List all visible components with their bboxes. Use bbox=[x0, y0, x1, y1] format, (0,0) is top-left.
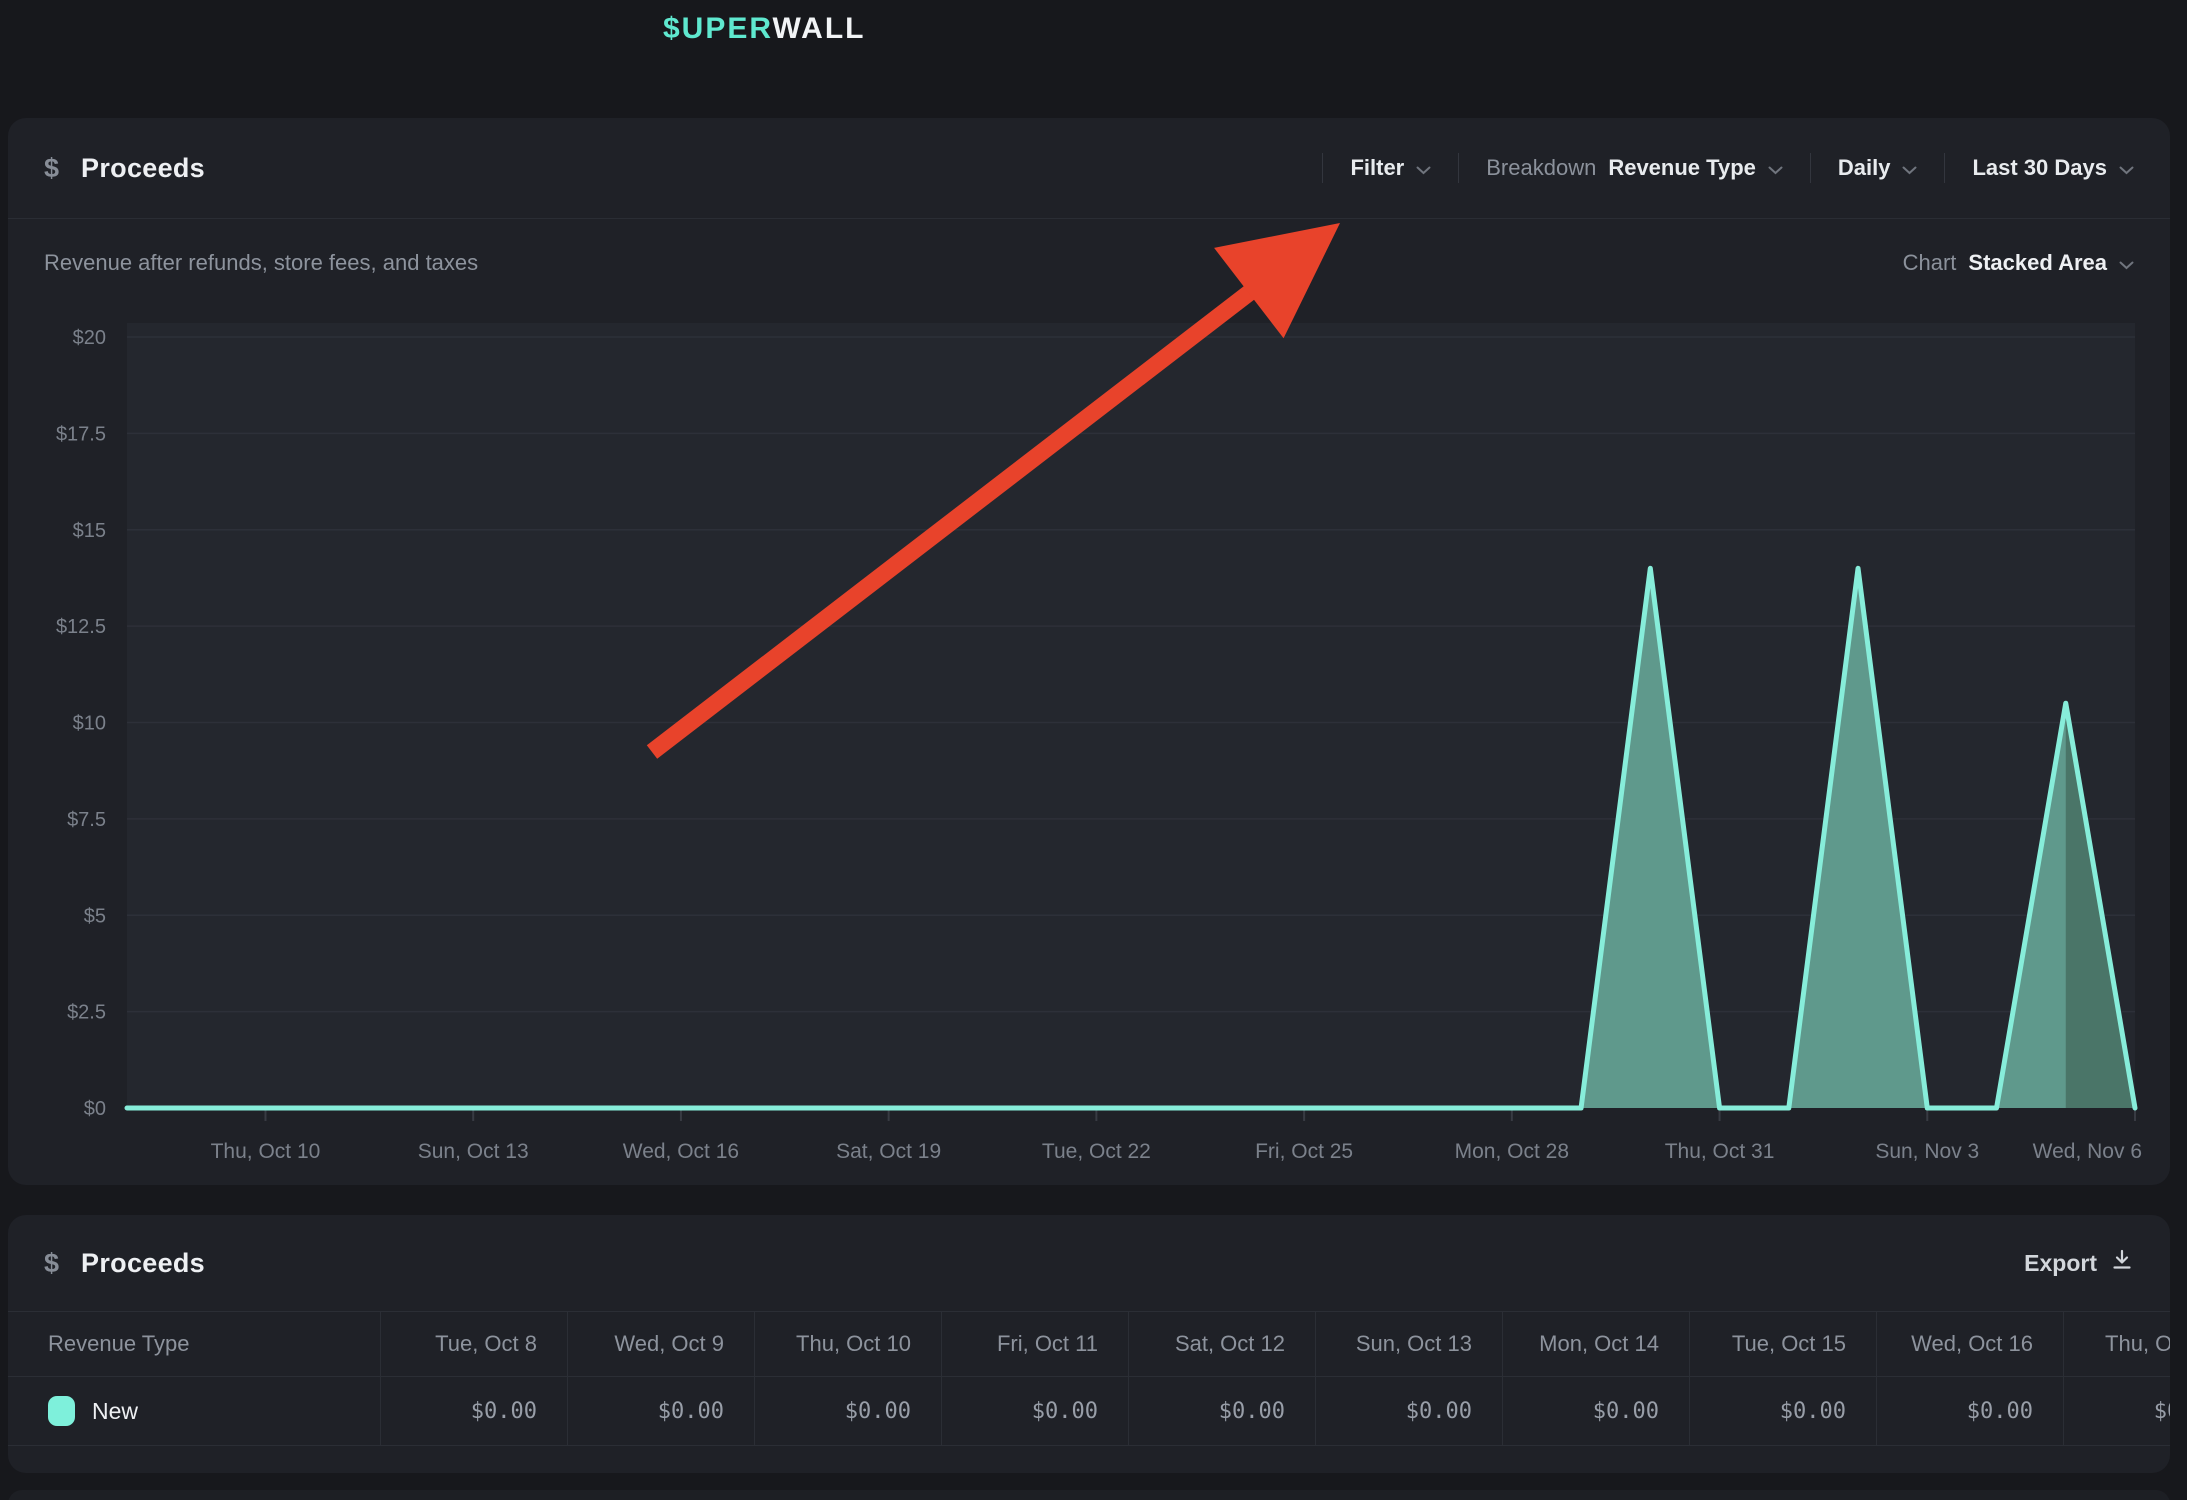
chart-subtitle: Revenue after refunds, store fees, and t… bbox=[44, 250, 478, 276]
chart-panel-header: $ Proceeds Filter Breakdown Revenue Type… bbox=[8, 118, 2170, 219]
chevron-down-icon bbox=[1416, 155, 1431, 181]
page-title: Proceeds bbox=[81, 153, 205, 184]
next-panel-edge bbox=[8, 1490, 2170, 1500]
logo-prefix: $UPER bbox=[663, 12, 773, 45]
column-header-date: Fri, Oct 11 bbox=[941, 1312, 1128, 1376]
row-header-cell: New bbox=[8, 1377, 380, 1445]
breakdown-value: Revenue Type bbox=[1608, 155, 1756, 181]
value-cell: $0.00 bbox=[1502, 1377, 1689, 1445]
chart-type-dropdown[interactable]: Chart Stacked Area bbox=[1903, 250, 2134, 276]
value-cell: $0.00 bbox=[1128, 1377, 1315, 1445]
chevron-down-icon bbox=[1902, 155, 1917, 181]
column-header-date: Sun, Oct 13 bbox=[1315, 1312, 1502, 1376]
column-header-date: Tue, Oct 8 bbox=[380, 1312, 567, 1376]
value-cell: $0.00 bbox=[941, 1377, 1128, 1445]
chevron-down-icon bbox=[1768, 155, 1783, 181]
chart-controls: Filter Breakdown Revenue Type Daily Last… bbox=[1322, 153, 2134, 183]
column-header-date: Wed, Oct 16 bbox=[1876, 1312, 2063, 1376]
filter-label: Filter bbox=[1350, 155, 1404, 181]
export-label: Export bbox=[2024, 1250, 2097, 1277]
chevron-down-icon bbox=[2119, 155, 2134, 181]
series-color-swatch bbox=[48, 1396, 75, 1426]
column-header-revenue-type: Revenue Type bbox=[8, 1312, 380, 1376]
column-header-date: Sat, Oct 12 bbox=[1128, 1312, 1315, 1376]
column-header-date: Mon, Oct 14 bbox=[1502, 1312, 1689, 1376]
breakdown-label: Breakdown bbox=[1486, 155, 1596, 181]
value-cell: $0.00 bbox=[1315, 1377, 1502, 1445]
divider bbox=[1944, 153, 1945, 183]
table-header-row: Revenue TypeTue, Oct 8Wed, Oct 9Thu, Oct… bbox=[8, 1312, 2170, 1377]
superwall-logo[interactable]: $UPERWALL bbox=[663, 12, 865, 46]
date-range-dropdown[interactable]: Last 30 Days bbox=[1972, 155, 2134, 181]
table-row: New$0.00$0.00$0.00$0.00$0.00$0.00$0.00$0… bbox=[8, 1377, 2170, 1446]
granularity-dropdown[interactable]: Daily bbox=[1838, 155, 1918, 181]
filter-dropdown[interactable]: Filter bbox=[1350, 155, 1431, 181]
breakdown-dropdown[interactable]: Breakdown Revenue Type bbox=[1486, 155, 1783, 181]
granularity-value: Daily bbox=[1838, 155, 1891, 181]
divider bbox=[1458, 153, 1459, 183]
chart-type-label: Chart bbox=[1903, 250, 1957, 276]
value-cell: $0.00 bbox=[2063, 1377, 2170, 1445]
value-cell: $0.00 bbox=[1876, 1377, 2063, 1445]
proceeds-chart-panel: $ Proceeds Filter Breakdown Revenue Type… bbox=[8, 118, 2170, 1185]
download-icon bbox=[2110, 1248, 2134, 1278]
date-range-value: Last 30 Days bbox=[1972, 155, 2107, 181]
dollar-icon: $ bbox=[44, 153, 59, 184]
export-button[interactable]: Export bbox=[2024, 1248, 2134, 1278]
chart-type-value: Stacked Area bbox=[1968, 250, 2107, 276]
value-cell: $0.00 bbox=[1689, 1377, 1876, 1445]
value-cell: $0.00 bbox=[567, 1377, 754, 1445]
proceeds-table: Revenue TypeTue, Oct 8Wed, Oct 9Thu, Oct… bbox=[8, 1311, 2170, 1446]
divider bbox=[1810, 153, 1811, 183]
logo-suffix: WALL bbox=[773, 12, 866, 45]
app-window: $UPERWALL $ Proceeds Filter Breakdown Re… bbox=[0, 0, 2187, 1500]
chart-subtitle-row: Revenue after refunds, store fees, and t… bbox=[44, 250, 2134, 276]
value-cell: $0.00 bbox=[380, 1377, 567, 1445]
column-header-date: Wed, Oct 9 bbox=[567, 1312, 754, 1376]
divider bbox=[1322, 153, 1323, 183]
table-panel-header: $ Proceeds Export bbox=[8, 1215, 2170, 1311]
column-header-date: Thu, Oct 17 bbox=[2063, 1312, 2170, 1376]
dollar-icon: $ bbox=[44, 1248, 59, 1279]
series-label: New bbox=[92, 1398, 138, 1425]
chevron-down-icon bbox=[2119, 250, 2134, 276]
proceeds-table-panel: $ Proceeds Export Revenue TypeTue, Oct 8… bbox=[8, 1215, 2170, 1473]
table-title: Proceeds bbox=[81, 1248, 205, 1279]
value-cell: $0.00 bbox=[754, 1377, 941, 1445]
column-header-date: Tue, Oct 15 bbox=[1689, 1312, 1876, 1376]
column-header-date: Thu, Oct 10 bbox=[754, 1312, 941, 1376]
